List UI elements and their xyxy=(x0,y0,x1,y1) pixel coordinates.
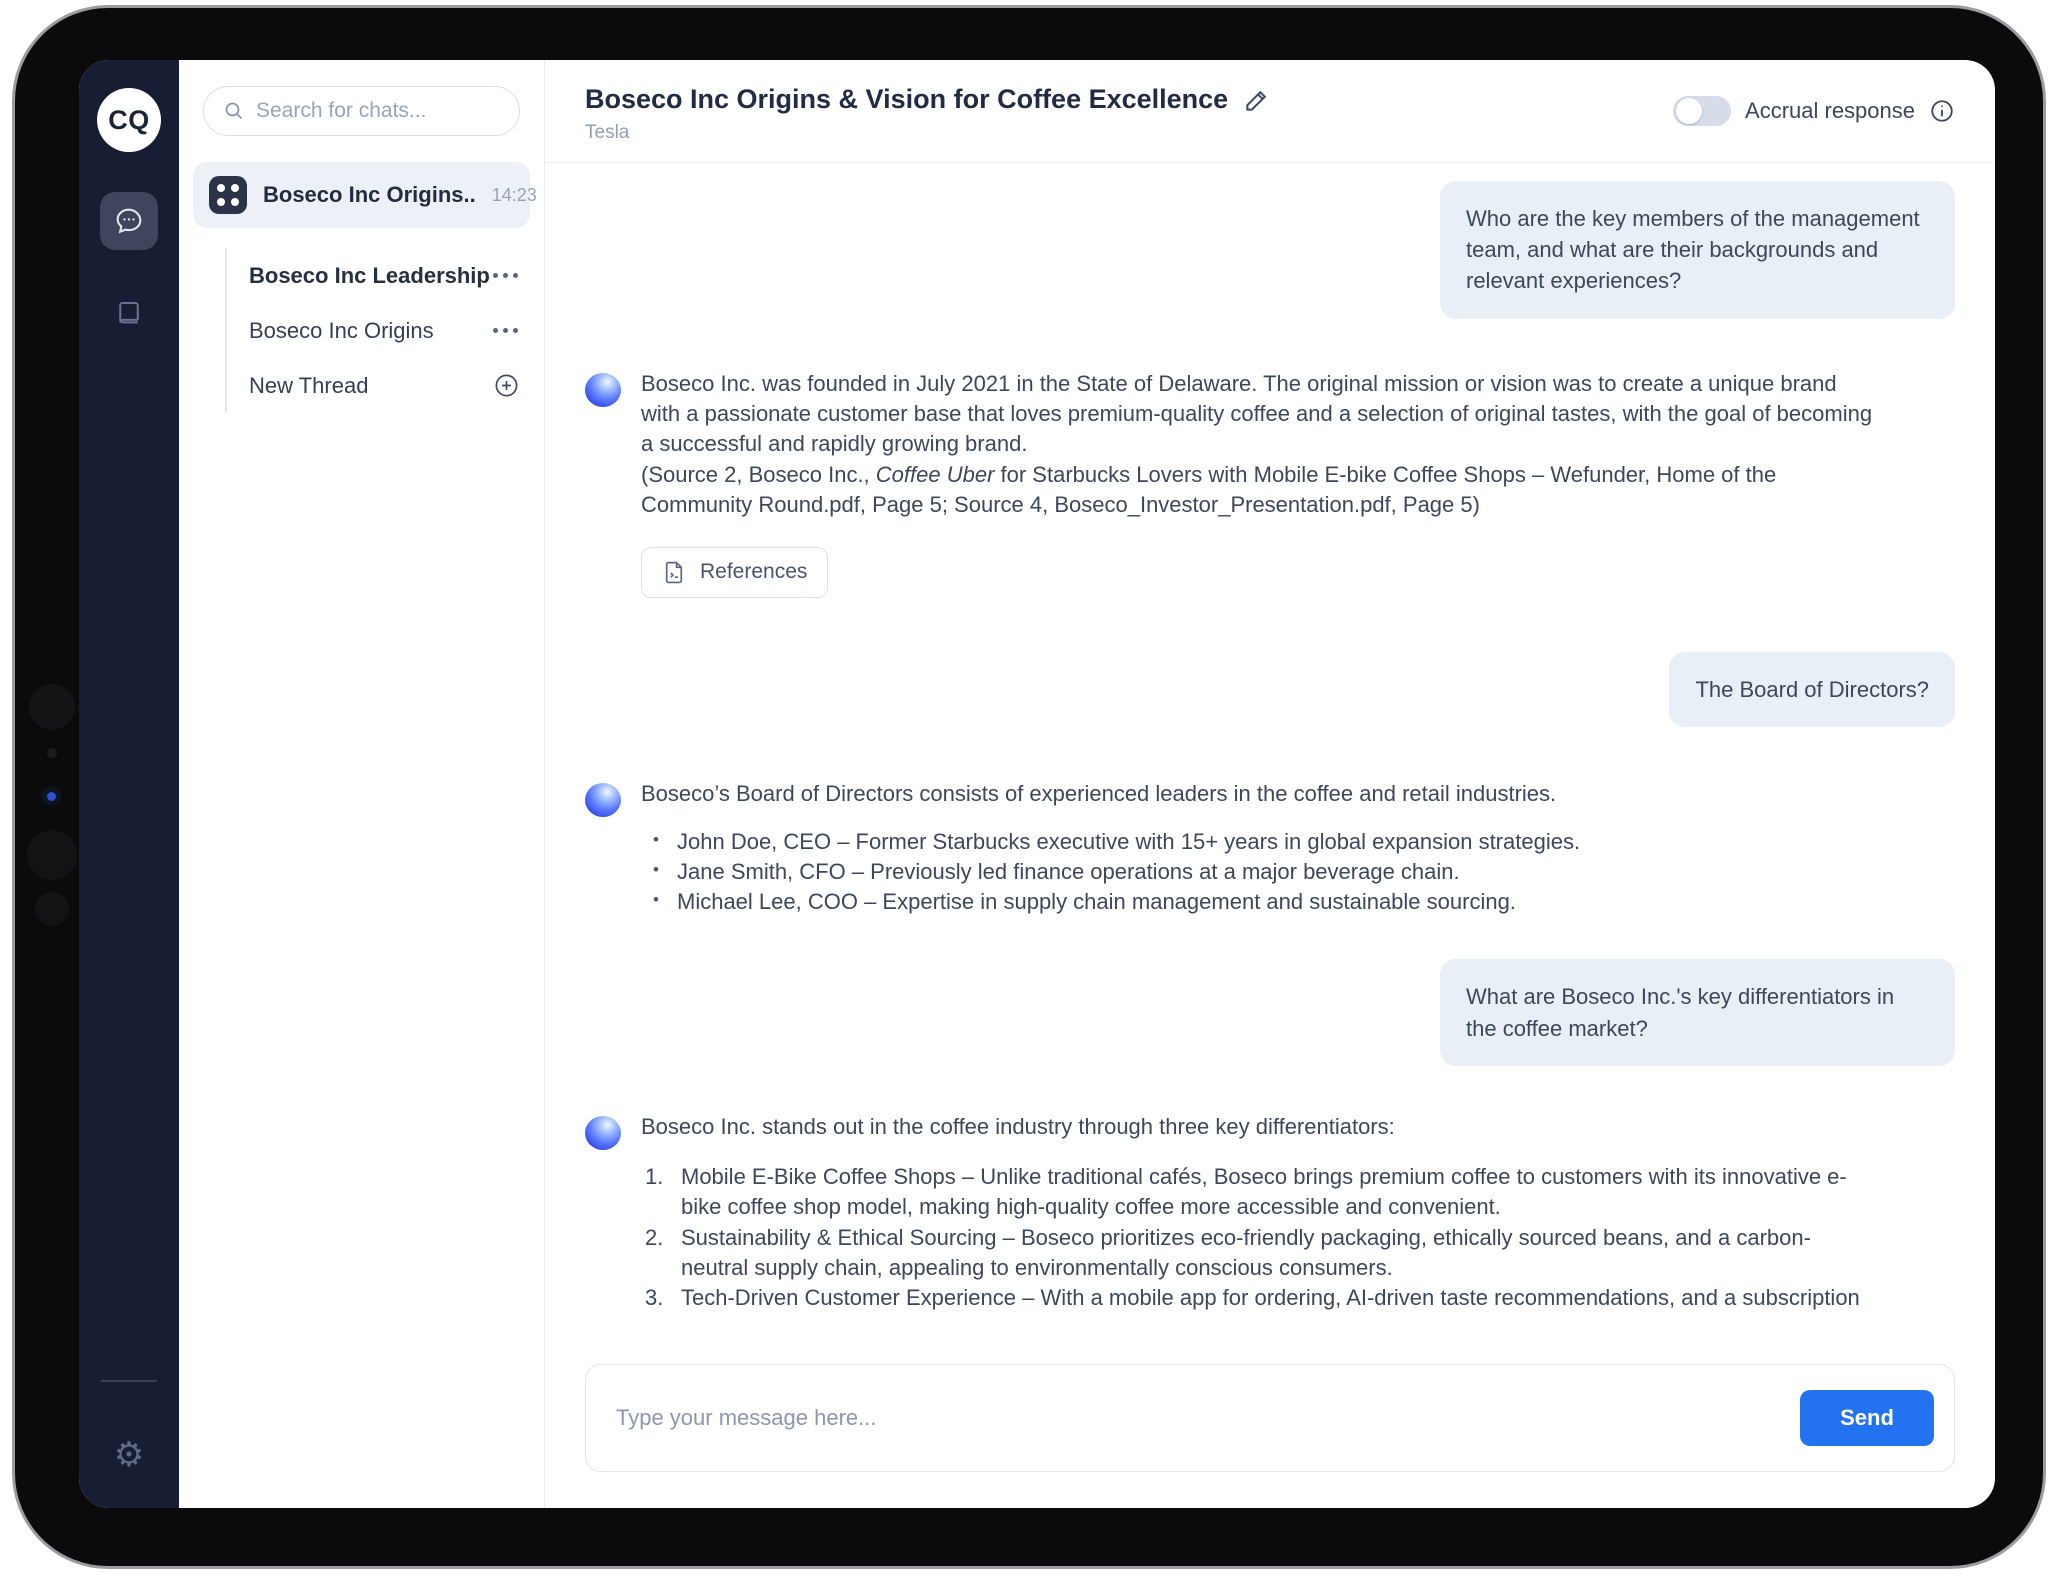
user-message-row: What are Boseco Inc.'s key differentiato… xyxy=(585,959,1955,1065)
user-message-row: Who are the key members of the managemen… xyxy=(585,181,1955,319)
user-message-bubble: Who are the key members of the managemen… xyxy=(1440,181,1955,319)
chat-subtitle: Tesla xyxy=(585,122,1271,144)
references-button[interactable]: References xyxy=(641,547,828,598)
chat-search-box[interactable] xyxy=(203,86,520,136)
list-item: Sustainability & Ethical Sourcing – Bose… xyxy=(641,1223,1873,1283)
assistant-intro: Boseco Inc. stands out in the coffee ind… xyxy=(641,1112,1873,1142)
bezel-sensor-dot xyxy=(29,684,75,730)
info-icon[interactable] xyxy=(1929,98,1955,124)
edit-pencil-icon[interactable] xyxy=(1244,86,1271,113)
active-chat-time: 14:23 xyxy=(492,185,537,206)
thread-item-origins[interactable]: Boseco Inc Origins xyxy=(249,303,520,358)
active-chat-label: Boseco Inc Origins.. xyxy=(263,182,476,208)
active-chat-item[interactable]: Boseco Inc Origins.. 14:23 xyxy=(193,162,530,228)
thread-label: Boseco Inc Leadership xyxy=(249,263,490,289)
source-citation: (Source 2, Boseco Inc., xyxy=(641,462,876,487)
source-title-italic: Coffee Uber xyxy=(876,462,995,487)
assistant-avatar xyxy=(585,1116,621,1150)
search-input[interactable] xyxy=(256,99,501,123)
thread-list: Boseco Inc Leadership Boseco Inc Origins… xyxy=(225,248,520,413)
chat-main: Boseco Inc Origins & Vision for Coffee E… xyxy=(545,60,1995,1508)
workspace-grid-icon xyxy=(209,176,247,214)
app-screen: CQ xyxy=(79,60,1995,1508)
document-icon xyxy=(662,560,687,585)
board-members-list: John Doe, CEO – Former Starbucks executi… xyxy=(641,827,1580,917)
thread-label: Boseco Inc Origins xyxy=(249,318,434,344)
chats-nav-button[interactable] xyxy=(100,192,158,250)
new-thread-label: New Thread xyxy=(249,373,368,399)
user-message-bubble: What are Boseco Inc.'s key differentiato… xyxy=(1440,959,1955,1065)
book-icon xyxy=(114,298,144,328)
thread-item-leadership[interactable]: Boseco Inc Leadership xyxy=(249,248,520,303)
differentiators-list: Mobile E-Bike Coffee Shops – Unlike trad… xyxy=(641,1162,1873,1318)
new-thread-item[interactable]: New Thread xyxy=(249,358,520,413)
assistant-message-row: Boseco’s Board of Directors consists of … xyxy=(585,779,1955,918)
tablet-device-frame: CQ xyxy=(12,5,2046,1569)
app-logo: CQ xyxy=(97,88,161,152)
more-options-icon[interactable] xyxy=(491,267,520,284)
send-button[interactable]: Send xyxy=(1800,1390,1934,1446)
assistant-paragraph: Boseco Inc. was founded in July 2021 in … xyxy=(641,371,1872,457)
rail-bottom-group: ⚙ xyxy=(101,1380,157,1508)
more-options-icon[interactable] xyxy=(491,322,520,339)
settings-gear-icon[interactable]: ⚙ xyxy=(114,1438,144,1472)
icon-rail: CQ xyxy=(79,60,179,1508)
assistant-intro: Boseco’s Board of Directors consists of … xyxy=(641,779,1580,809)
add-thread-icon[interactable] xyxy=(493,372,520,399)
list-item: Michael Lee, COO – Expertise in supply c… xyxy=(641,887,1580,917)
bezel-sensor-dot xyxy=(27,830,77,880)
rail-divider xyxy=(101,1380,157,1382)
message-input[interactable] xyxy=(616,1405,1800,1431)
chat-list-panel: Boseco Inc Origins.. 14:23 Boseco Inc Le… xyxy=(179,60,545,1508)
assistant-message-row: Boseco Inc. stands out in the coffee ind… xyxy=(585,1112,1955,1318)
chat-title: Boseco Inc Origins & Vision for Coffee E… xyxy=(585,84,1228,115)
assistant-avatar xyxy=(585,783,621,817)
chat-bubble-icon xyxy=(113,205,145,237)
bezel-sensor-dot xyxy=(47,748,57,758)
assistant-message: Boseco’s Board of Directors consists of … xyxy=(641,779,1580,918)
list-item: Tech-Driven Customer Experience – With a… xyxy=(641,1283,1873,1318)
assistant-message-row: Boseco Inc. was founded in July 2021 in … xyxy=(585,369,1955,598)
search-icon xyxy=(222,99,246,123)
library-nav-button[interactable] xyxy=(100,284,158,342)
assistant-message: Boseco Inc. stands out in the coffee ind… xyxy=(641,1112,1873,1318)
list-item: John Doe, CEO – Former Starbucks executi… xyxy=(641,827,1580,857)
assistant-message: Boseco Inc. was founded in July 2021 in … xyxy=(641,369,1873,598)
accrual-response-toggle[interactable] xyxy=(1673,96,1731,126)
references-label: References xyxy=(700,560,807,584)
chat-header: Boseco Inc Origins & Vision for Coffee E… xyxy=(545,60,1995,163)
list-item: Mobile E-Bike Coffee Shops – Unlike trad… xyxy=(641,1162,1873,1222)
list-item: Jane Smith, CFO – Previously led finance… xyxy=(641,857,1580,887)
message-composer: Send xyxy=(585,1364,1955,1472)
user-message-bubble: The Board of Directors? xyxy=(1669,652,1955,727)
message-scroll-area[interactable]: Who are the key members of the managemen… xyxy=(545,163,1995,1318)
bezel-sensor-dot xyxy=(35,892,69,926)
user-message-row: The Board of Directors? xyxy=(585,652,1955,727)
toggle-knob xyxy=(1676,98,1702,124)
toggle-label: Accrual response xyxy=(1745,98,1915,124)
assistant-avatar xyxy=(585,373,621,407)
bezel-camera-dot xyxy=(41,786,61,806)
